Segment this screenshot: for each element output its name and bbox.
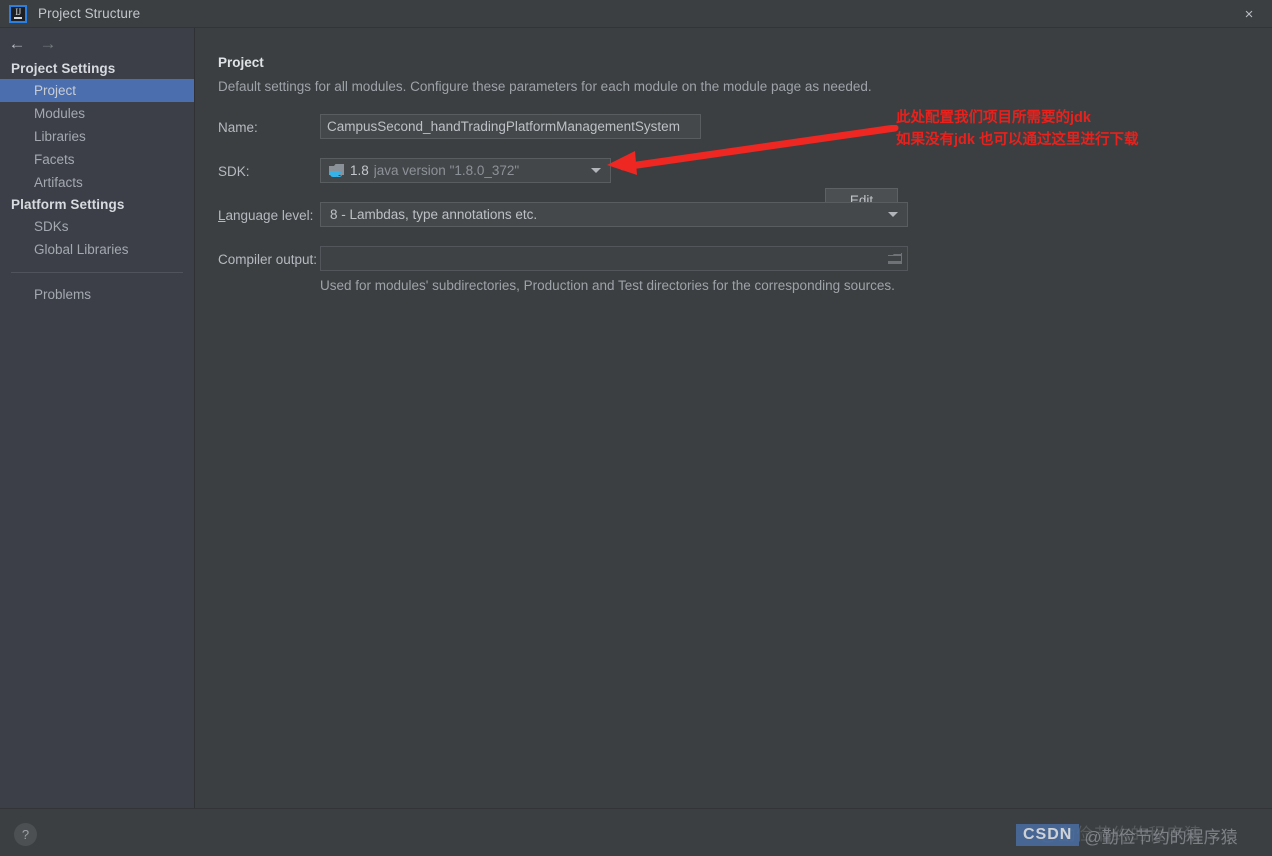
- annotation-text: 此处配置我们项目所需要的jdk 如果没有jdk 也可以通过这里进行下载: [896, 107, 1138, 151]
- csdn-badge: CSDN: [1016, 824, 1080, 846]
- language-level-dropdown[interactable]: 8 - Lambdas, type annotations etc.: [320, 202, 908, 227]
- back-arrow-icon[interactable]: ←: [8, 35, 26, 52]
- sidebar-divider: [11, 272, 183, 273]
- sidebar-item-global-libraries[interactable]: Global Libraries: [0, 238, 194, 261]
- annotation-line-1: 此处配置我们项目所需要的jdk: [896, 110, 1091, 126]
- sidebar-group-platform-settings: Platform Settings: [11, 197, 125, 212]
- compiler-output-hint: Used for modules' subdirectories, Produc…: [320, 278, 895, 293]
- window-titlebar: IJ Project Structure ×: [0, 0, 1272, 28]
- settings-sidebar: ← → Project Settings Project Modules Lib…: [0, 28, 195, 808]
- close-icon[interactable]: ×: [1226, 0, 1272, 28]
- name-label: Name:: [218, 120, 258, 135]
- sidebar-item-modules[interactable]: Modules: [0, 102, 194, 125]
- logo-text: IJ: [15, 6, 21, 17]
- navigation-arrows: ← →: [0, 28, 194, 58]
- sdk-version-label: 1.8: [350, 163, 369, 178]
- sdk-dropdown[interactable]: 1.8 java version "1.8.0_372": [320, 158, 611, 183]
- sidebar-item-facets[interactable]: Facets: [0, 148, 194, 171]
- sidebar-item-libraries[interactable]: Libraries: [0, 125, 194, 148]
- project-name-input[interactable]: [320, 114, 701, 139]
- intellij-logo-icon: IJ: [9, 4, 27, 23]
- language-level-label: Language level:: [218, 208, 314, 223]
- folder-icon[interactable]: [888, 253, 902, 264]
- watermark-username: @勤俭节约的程序猿: [1084, 827, 1238, 847]
- sidebar-item-problems[interactable]: Problems: [0, 283, 194, 306]
- sidebar-item-project[interactable]: Project: [0, 79, 194, 102]
- help-icon[interactable]: ?: [14, 823, 37, 846]
- jdk-folder-icon: [329, 164, 344, 177]
- window-title: Project Structure: [38, 6, 141, 21]
- compiler-output-field[interactable]: [320, 246, 908, 271]
- logo-underline: [14, 16, 22, 19]
- compiler-output-input[interactable]: [327, 251, 884, 266]
- project-structure-dialog: IJ Project Structure × ← → Project Setti…: [0, 0, 1272, 856]
- chevron-down-icon[interactable]: [591, 168, 601, 173]
- watermark: CSDN @勤俭节约的程序猿: [1016, 822, 1238, 848]
- sdk-description-label: java version "1.8.0_372": [373, 163, 520, 178]
- chevron-down-icon[interactable]: [888, 212, 898, 217]
- sidebar-item-sdks[interactable]: SDKs: [0, 215, 194, 238]
- sdk-label: SDK:: [218, 164, 250, 179]
- sidebar-item-artifacts[interactable]: Artifacts: [0, 171, 194, 194]
- page-title: Project: [218, 55, 264, 70]
- forward-arrow-icon[interactable]: →: [39, 35, 57, 52]
- annotation-line-2: 如果没有jdk 也可以通过这里进行下载: [896, 132, 1139, 148]
- language-level-value: 8 - Lambdas, type annotations etc.: [330, 207, 538, 222]
- page-subtitle: Default settings for all modules. Config…: [218, 79, 872, 94]
- compiler-output-label: Compiler output:: [218, 252, 318, 267]
- sidebar-group-project-settings: Project Settings: [11, 61, 116, 76]
